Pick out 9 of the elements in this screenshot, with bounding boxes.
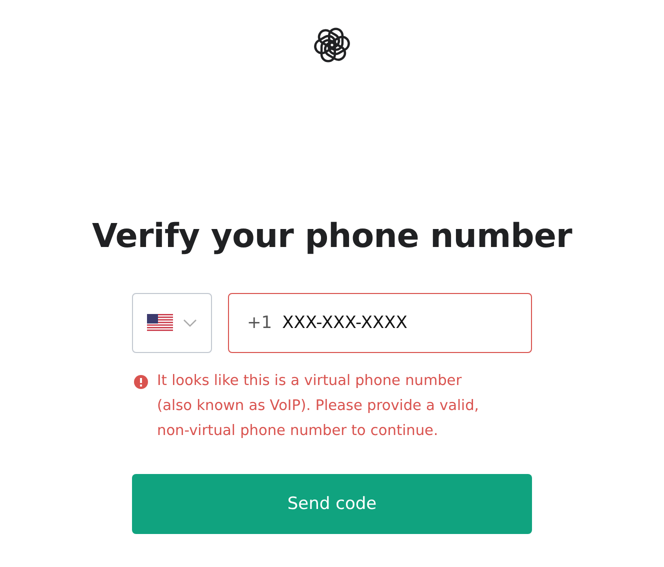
logo-icon xyxy=(313,26,351,64)
page-heading: Verify your phone number xyxy=(92,216,572,255)
phone-field[interactable]: +1 XXX-XXX-XXXX xyxy=(228,293,532,353)
country-select[interactable] xyxy=(132,293,212,353)
error-icon xyxy=(134,375,148,389)
flag-icon xyxy=(147,314,173,332)
error-message: It looks like this is a virtual phone number (also known as VoIP). Please provide a valid, non-virtual phone number to continue. xyxy=(157,372,480,441)
country-code: +1 xyxy=(247,313,272,333)
chevron-down-icon xyxy=(183,319,197,327)
